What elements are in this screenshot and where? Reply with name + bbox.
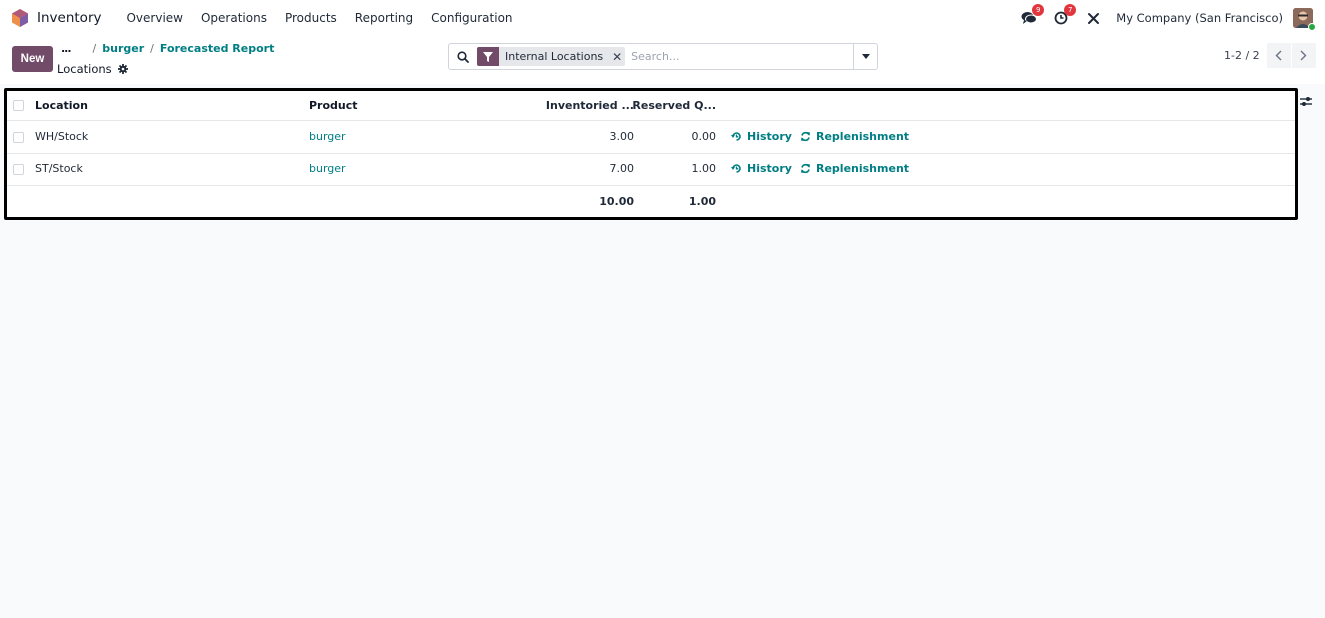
breadcrumb-burger[interactable]: burger	[102, 42, 144, 55]
cell-product-link[interactable]: burger	[309, 162, 346, 175]
tools-icon	[1087, 12, 1099, 24]
pager-next-button[interactable]	[1291, 43, 1317, 68]
history-icon	[731, 132, 741, 141]
company-switcher[interactable]: My Company (San Francisco)	[1116, 11, 1283, 25]
table-header-row: Location Product Inventoried ... Reserve…	[7, 91, 1295, 121]
cell-reserved: 1.00	[691, 162, 717, 175]
search-icon[interactable]	[449, 50, 477, 63]
breadcrumb-separator: /	[150, 42, 154, 55]
search-bar: Internal Locations ✕	[448, 43, 878, 70]
messages-button[interactable]: 9	[1016, 4, 1045, 28]
control-panel: New ... / burger / Forecasted Report Loc…	[0, 36, 1325, 84]
main-menu: Overview Operations Products Reporting C…	[117, 11, 521, 25]
navbar-systray: 9 7 My Company (San Francisco)	[1010, 4, 1316, 31]
history-button[interactable]: History	[731, 162, 792, 175]
facet-remove-icon[interactable]: ✕	[609, 50, 625, 64]
search-options-toggle[interactable]	[853, 44, 877, 69]
column-header-reserved[interactable]: Reserved Q...	[616, 99, 716, 112]
new-button[interactable]: New	[12, 46, 53, 72]
replenishment-label: Replenishment	[816, 130, 910, 143]
facet-label: Internal Locations	[505, 50, 604, 63]
refresh-icon	[801, 131, 810, 142]
user-avatar[interactable]	[1293, 8, 1316, 31]
menu-operations[interactable]: Operations	[192, 11, 276, 25]
cell-location: WH/Stock	[35, 130, 89, 143]
cell-reserved: 0.00	[691, 130, 717, 143]
app-name[interactable]: Inventory	[37, 10, 101, 26]
pager: 1-2 / 2	[1224, 43, 1317, 68]
search-input[interactable]	[631, 50, 853, 63]
menu-configuration[interactable]: Configuration	[422, 11, 521, 25]
breadcrumb-forecasted-report[interactable]: Forecasted Report	[160, 42, 274, 55]
activities-badge: 7	[1064, 4, 1077, 16]
menu-overview[interactable]: Overview	[117, 11, 192, 25]
cell-location: ST/Stock	[35, 162, 83, 175]
history-label: History	[747, 130, 792, 143]
gear-icon[interactable]	[117, 64, 128, 74]
chevron-left-icon	[1275, 50, 1282, 61]
total-reserved: 1.00	[688, 195, 716, 208]
search-facet-internal-locations: Internal Locations ✕	[477, 47, 626, 66]
cell-product-link[interactable]: burger	[309, 130, 346, 143]
replenishment-button[interactable]: Replenishment	[800, 162, 909, 175]
history-label: History	[747, 162, 792, 175]
history-icon	[731, 164, 741, 173]
refresh-icon	[801, 163, 810, 174]
history-button[interactable]: History	[731, 130, 792, 143]
menu-products[interactable]: Products	[276, 11, 346, 25]
column-header-location[interactable]: Location	[35, 99, 88, 112]
inventory-app-icon[interactable]	[12, 9, 28, 27]
chevron-right-icon	[1300, 50, 1307, 61]
pager-value[interactable]: 1-2 / 2	[1224, 49, 1260, 62]
table-totals-row: 10.00 1.00	[7, 186, 1295, 217]
filter-icon	[477, 47, 499, 66]
table-row[interactable]: ST/Stock burger 7.00 1.00 History Replen…	[7, 154, 1295, 186]
online-status-dot	[1308, 23, 1316, 31]
replenishment-button[interactable]: Replenishment	[800, 130, 909, 143]
replenishment-label: Replenishment	[816, 162, 910, 175]
breadcrumb-more[interactable]: ...	[61, 42, 72, 55]
column-header-product[interactable]: Product	[309, 99, 358, 112]
activities-button[interactable]: 7	[1048, 4, 1077, 28]
optional-columns-toggle-icon[interactable]	[1300, 96, 1312, 110]
page-title: Locations	[57, 62, 128, 76]
select-all-checkbox[interactable]	[13, 100, 24, 111]
caret-down-icon	[861, 54, 870, 59]
breadcrumb: ... / burger / Forecasted Report	[61, 42, 274, 55]
breadcrumb-separator: /	[92, 42, 97, 55]
debug-button[interactable]	[1080, 8, 1106, 28]
messages-badge: 9	[1032, 4, 1045, 16]
top-navbar: Inventory Overview Operations Products R…	[0, 0, 1325, 36]
menu-reporting[interactable]: Reporting	[346, 11, 422, 25]
table-row[interactable]: WH/Stock burger 3.00 0.00 History Replen…	[7, 121, 1295, 154]
row-checkbox[interactable]	[13, 132, 24, 143]
locations-list: Location Product Inventoried ... Reserve…	[4, 88, 1298, 220]
page-title-text: Locations	[57, 62, 112, 76]
pager-previous-button[interactable]	[1266, 43, 1292, 68]
row-checkbox[interactable]	[13, 164, 24, 175]
